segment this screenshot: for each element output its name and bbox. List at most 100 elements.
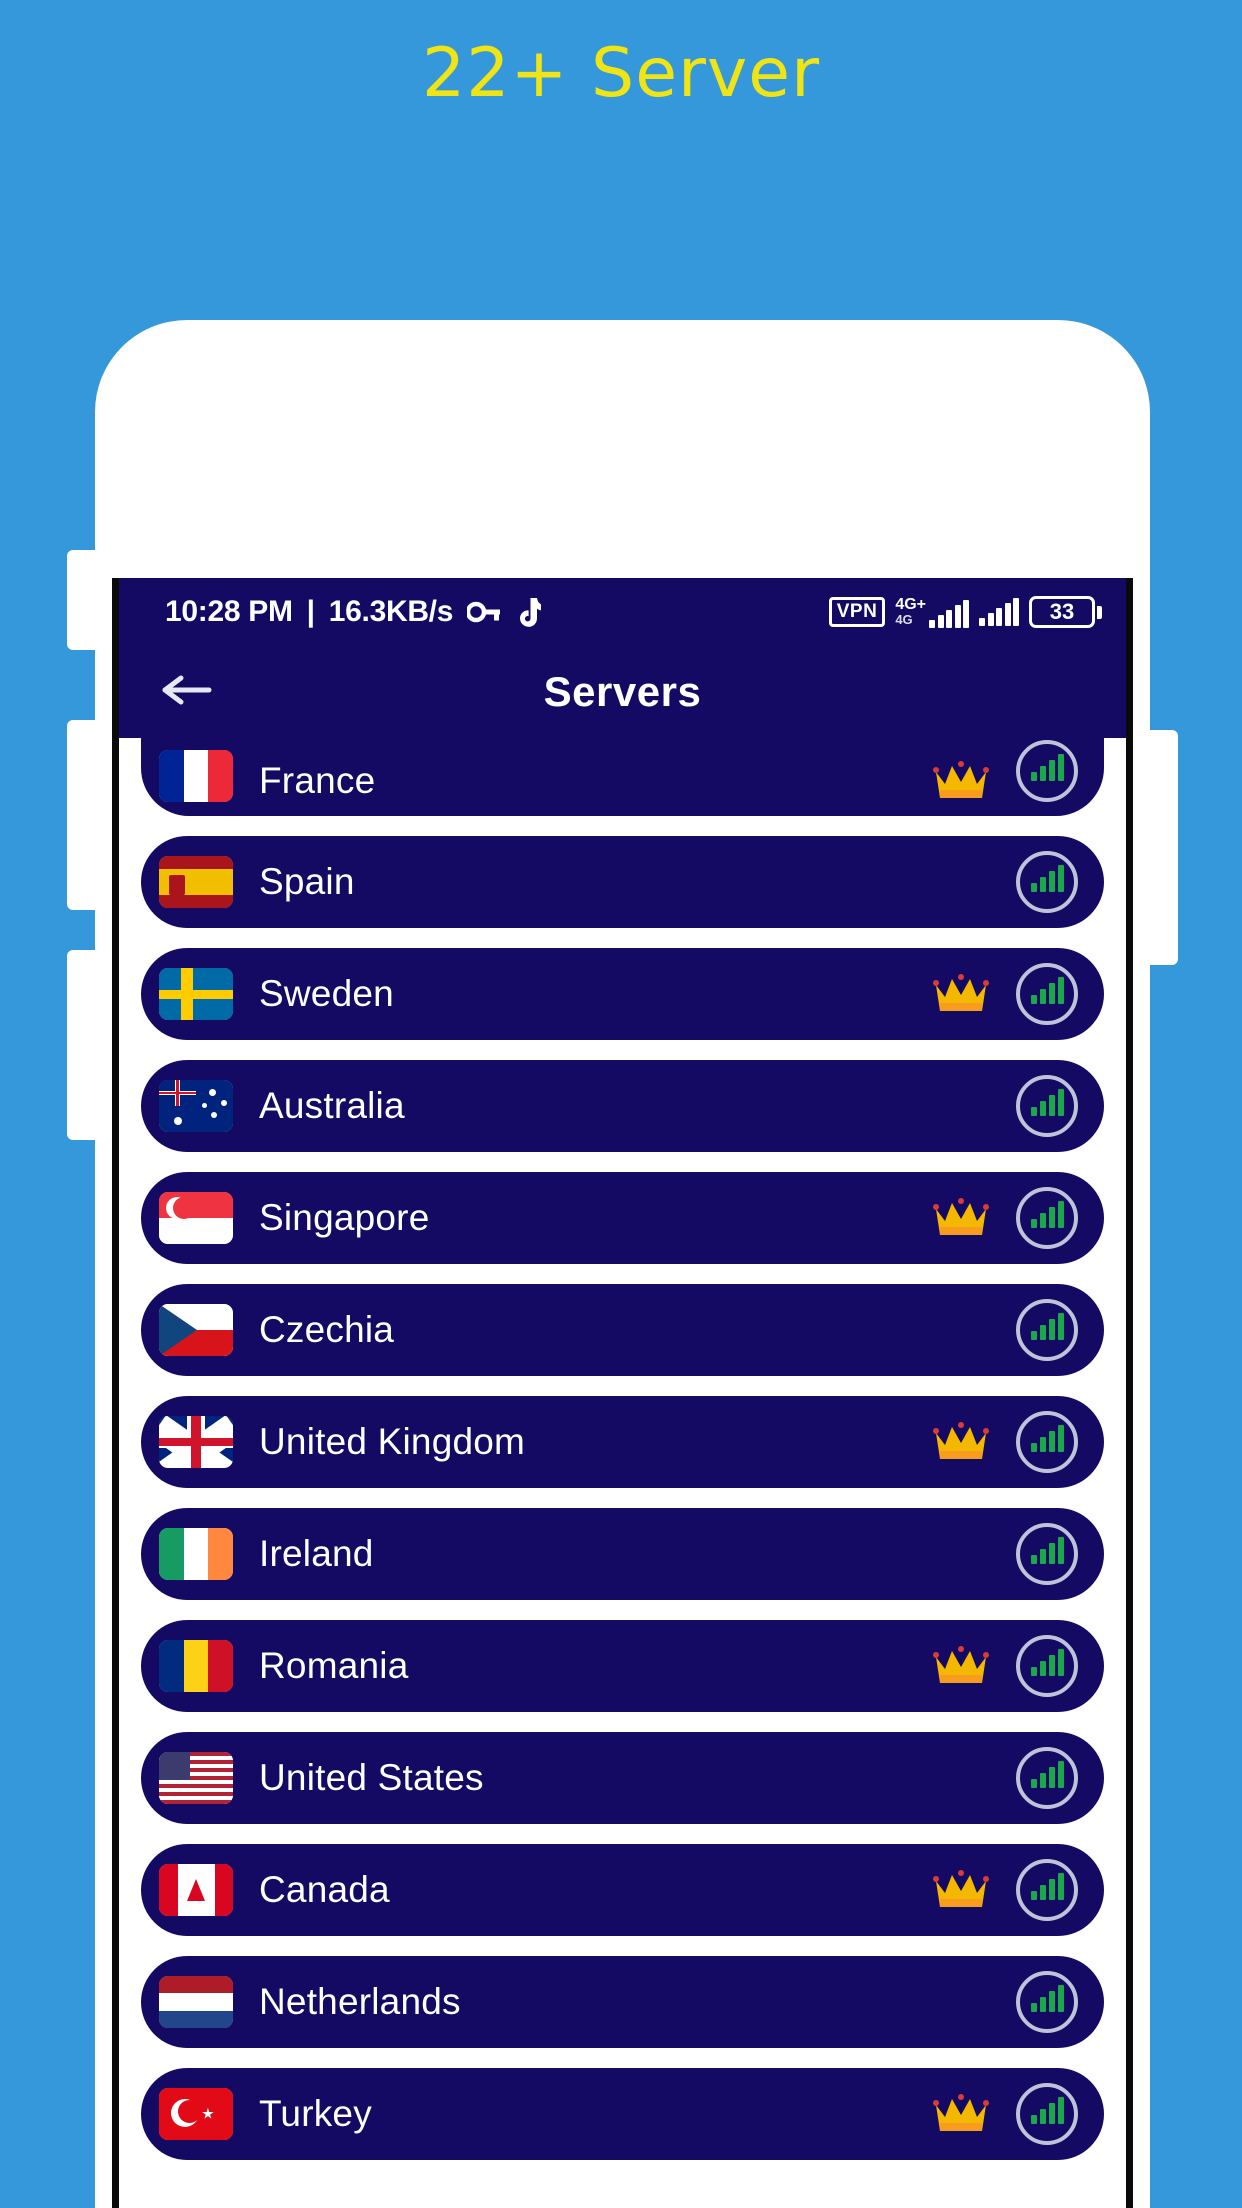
signal-strength-icon[interactable] xyxy=(1016,851,1078,913)
server-name: Netherlands xyxy=(259,1981,461,2022)
cellular-signal-1: 4G+ 4G xyxy=(895,595,969,628)
crown-icon xyxy=(932,1645,990,1687)
signal-strength-icon[interactable] xyxy=(1016,1523,1078,1585)
flag-icon-ca xyxy=(159,1864,233,1916)
crown-icon xyxy=(932,1421,990,1463)
status-separator: | xyxy=(306,595,315,628)
server-row[interactable]: France xyxy=(141,738,1104,816)
server-row[interactable]: Canada xyxy=(141,1844,1104,1936)
signal-bars xyxy=(1030,1313,1064,1340)
flag-icon-ie xyxy=(159,1528,233,1580)
phone-button-volume-up[interactable] xyxy=(67,720,97,910)
signal-strength-icon[interactable] xyxy=(1016,740,1078,802)
server-row[interactable]: Sweden xyxy=(141,948,1104,1040)
signal-strength-icon[interactable] xyxy=(1016,1411,1078,1473)
flag-icon-fr xyxy=(159,750,233,802)
flag-icon-se xyxy=(159,968,233,1020)
battery-level-text: 33 xyxy=(1029,596,1095,628)
server-name: France xyxy=(259,760,376,801)
signal-strength-icon[interactable] xyxy=(1016,1075,1078,1137)
server-row[interactable]: Czechia xyxy=(141,1284,1104,1376)
status-time: 10:28 PM xyxy=(165,595,293,628)
status-network-speed: 16.3KB/s xyxy=(328,595,454,628)
server-name: Czechia xyxy=(259,1309,395,1350)
device-screen: 10:28 PM | 16.3KB/s VPN 4G+ 4G 33 Server… xyxy=(112,578,1133,2208)
signal-strength-icon[interactable] xyxy=(1016,1299,1078,1361)
app-header: Servers xyxy=(119,646,1126,738)
server-name: Romania xyxy=(259,1645,409,1686)
server-name: Turkey xyxy=(259,2093,372,2134)
signal-bars xyxy=(1030,1201,1064,1228)
server-row[interactable]: Ireland xyxy=(141,1508,1104,1600)
server-name: Canada xyxy=(259,1869,390,1910)
phone-mockup-frame: 10:28 PM | 16.3KB/s VPN 4G+ 4G 33 Server… xyxy=(67,320,1178,2208)
crown-icon xyxy=(932,973,990,1015)
signal-strength-icon[interactable] xyxy=(1016,963,1078,1025)
server-name: Australia xyxy=(259,1085,405,1126)
crown-icon xyxy=(932,1197,990,1239)
server-row[interactable]: United Kingdom xyxy=(141,1396,1104,1488)
signal-bars xyxy=(1030,1425,1064,1452)
vpn-badge: VPN xyxy=(828,597,886,627)
promo-headline: 22+ Server xyxy=(421,34,821,113)
signal-bars-icon-2 xyxy=(979,598,1019,626)
signal-bars xyxy=(1030,2097,1064,2124)
signal-strength-icon[interactable] xyxy=(1016,1747,1078,1809)
flag-icon-gb xyxy=(159,1416,233,1468)
flag-icon-au xyxy=(159,1080,233,1132)
server-row[interactable]: Romania xyxy=(141,1620,1104,1712)
signal-strength-icon[interactable] xyxy=(1016,1971,1078,2033)
signal-bars xyxy=(1030,1873,1064,1900)
server-row[interactable]: Australia xyxy=(141,1060,1104,1152)
phone-button-silent[interactable] xyxy=(67,550,97,650)
signal-bars xyxy=(1030,1537,1064,1564)
flag-icon-nl xyxy=(159,1976,233,2028)
signal-strength-icon[interactable] xyxy=(1016,1187,1078,1249)
status-bar-right: VPN 4G+ 4G 33 xyxy=(828,595,1102,628)
signal-bars xyxy=(1030,1761,1064,1788)
flag-icon-cz xyxy=(159,1304,233,1356)
network-type-labels: 4G+ 4G xyxy=(895,595,926,627)
network-type-secondary: 4G xyxy=(895,611,913,627)
signal-strength-icon[interactable] xyxy=(1016,1635,1078,1697)
server-name: Singapore xyxy=(259,1197,430,1238)
flag-icon-ro xyxy=(159,1640,233,1692)
tiktok-icon xyxy=(515,597,542,627)
back-button[interactable] xyxy=(155,660,219,724)
crown-icon xyxy=(932,1869,990,1911)
flag-icon-es xyxy=(159,856,233,908)
flag-icon-us xyxy=(159,1752,233,1804)
server-name: United Kingdom xyxy=(259,1421,526,1462)
network-type-primary: 4G+ xyxy=(895,595,926,613)
server-name: Sweden xyxy=(259,973,394,1014)
server-row[interactable]: Spain xyxy=(141,836,1104,928)
server-name: Ireland xyxy=(259,1533,374,1574)
key-icon xyxy=(467,600,501,624)
flag-icon-sg xyxy=(159,1192,233,1244)
server-row[interactable]: United States xyxy=(141,1732,1104,1824)
server-list[interactable]: France Spain Sweden Australia Singapore Czech… xyxy=(119,738,1126,2208)
server-row[interactable]: Turkey xyxy=(141,2068,1104,2160)
server-row[interactable]: Netherlands xyxy=(141,1956,1104,2048)
signal-strength-icon[interactable] xyxy=(1016,1859,1078,1921)
flag-icon-tr xyxy=(159,2088,233,2140)
crown-icon xyxy=(932,2093,990,2135)
status-bar-left: 10:28 PM | 16.3KB/s xyxy=(165,595,542,629)
signal-bars xyxy=(1030,1649,1064,1676)
signal-bars-icon-1 xyxy=(929,599,969,628)
signal-bars xyxy=(1030,1089,1064,1116)
crown-icon xyxy=(932,760,990,802)
server-name: Spain xyxy=(259,861,355,902)
status-bar: 10:28 PM | 16.3KB/s VPN 4G+ 4G 33 xyxy=(119,578,1126,646)
signal-bars xyxy=(1030,865,1064,892)
signal-bars xyxy=(1030,977,1064,1004)
signal-bars xyxy=(1030,1985,1064,2012)
phone-button-volume-down[interactable] xyxy=(67,950,97,1140)
battery-indicator: 33 xyxy=(1029,596,1102,628)
server-row[interactable]: Singapore xyxy=(141,1172,1104,1264)
phone-button-power[interactable] xyxy=(1148,730,1178,965)
back-arrow-icon xyxy=(159,670,215,715)
battery-cap-icon xyxy=(1097,605,1102,619)
signal-bars xyxy=(1030,754,1064,781)
signal-strength-icon[interactable] xyxy=(1016,2083,1078,2145)
